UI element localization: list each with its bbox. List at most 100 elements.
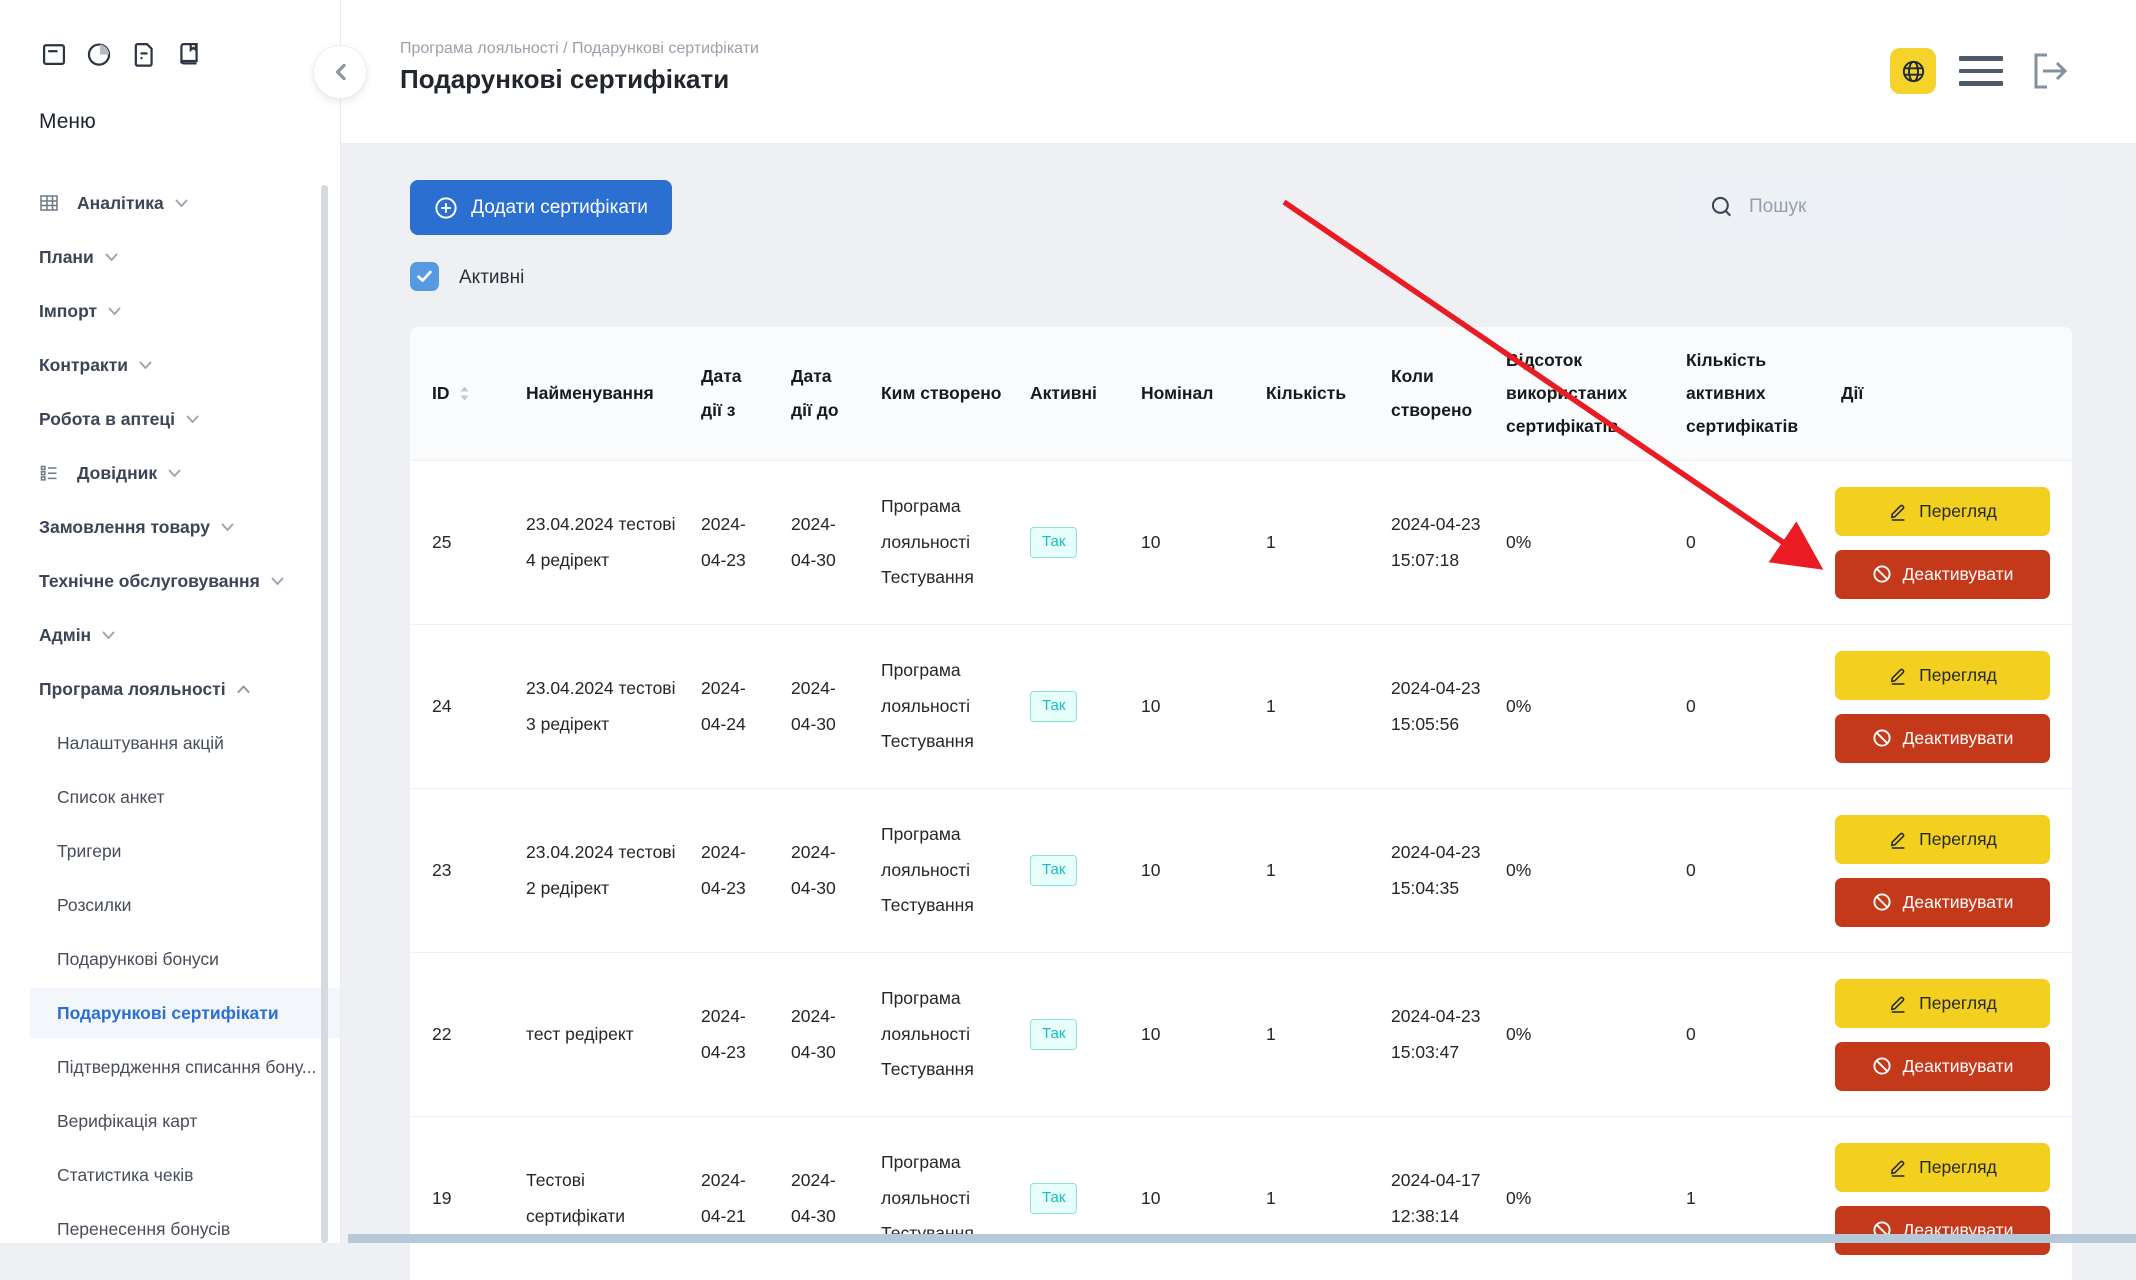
sidebar-item[interactable]: Адмін (0, 608, 340, 662)
sidebar-item[interactable]: Довідник (0, 446, 340, 500)
chevron-down-icon (108, 306, 121, 316)
cell-active: Так (1020, 625, 1125, 788)
menu-toggle-button[interactable] (1959, 48, 2003, 94)
table-row: 2323.04.2024 тестові 2 редірект2024-04-2… (410, 788, 2072, 952)
deactivate-button[interactable]: Деактивувати (1835, 1206, 2050, 1255)
column-header[interactable]: Кількість (1250, 327, 1375, 460)
sidebar-item[interactable]: Плани (0, 230, 340, 284)
status-badge: Так (1030, 855, 1077, 886)
cell-date_from: 2024-04-23 (685, 953, 775, 1116)
column-header-label: Відсоток використаних сертифікатів (1506, 344, 1662, 444)
cell-quantity: 1 (1250, 625, 1375, 788)
sidebar-item[interactable]: Замовлення товару (0, 500, 340, 554)
cell-nominal: 10 (1125, 953, 1250, 1116)
sidebar-subitem-label: Перенесення бонусів (57, 1219, 230, 1240)
sidebar-subitem[interactable]: Налаштування акцій (0, 716, 340, 770)
deactivate-button[interactable]: Деактивувати (1835, 1042, 2050, 1091)
sidebar-subitem[interactable]: Перенесення бонусів (0, 1202, 340, 1256)
column-header[interactable]: ID (410, 327, 510, 460)
column-header[interactable]: Коли створено (1375, 327, 1490, 460)
sidebar-item[interactable]: Контракти (0, 338, 340, 392)
cell-date_to: 2024-04-30 (775, 461, 865, 624)
table-row: 19Тестові сертифікати2024-04-212024-04-3… (410, 1116, 2072, 1280)
sidebar-collapse-button[interactable] (313, 45, 367, 99)
cell-active: Так (1020, 1117, 1125, 1280)
sidebar-subitem[interactable]: Список анкет (0, 770, 340, 824)
sidebar-subitem-label: Тригери (57, 841, 121, 862)
cell-quantity: 1 (1250, 789, 1375, 952)
sidebar-item[interactable]: Робота в аптеці (0, 392, 340, 446)
edit-icon (1888, 829, 1908, 849)
cell-name: Тестові сертифікати (510, 1117, 685, 1280)
add-certificates-button[interactable]: Додати сертифікати (410, 180, 672, 235)
cell-date_to: 2024-04-30 (775, 789, 865, 952)
certificates-table: ID Найменування Дата дії зДата дії до Ким с… (410, 327, 2072, 1280)
column-header[interactable]: Активні (1020, 327, 1125, 460)
cell-quantity: 1 (1250, 953, 1375, 1116)
column-header-label: Дії (1841, 377, 1863, 410)
deactivate-button[interactable]: Деактивувати (1835, 878, 2050, 927)
plus-circle-icon (434, 196, 458, 220)
cell-actions: Перегляд Деактивувати (1825, 789, 2072, 952)
table-header-row: ID Найменування Дата дії зДата дії до Ким с… (410, 327, 2072, 460)
column-header[interactable]: Відсоток використаних сертифікатів (1490, 327, 1670, 460)
edit-icon (1888, 1157, 1908, 1177)
view-button[interactable]: Перегляд (1835, 1143, 2050, 1192)
column-header-label: Найменування (526, 377, 654, 410)
cell-created_by: Програма лояльності Тестування (865, 789, 1020, 952)
cell-active: Так (1020, 461, 1125, 624)
column-header-label: Дата дії до (791, 360, 857, 427)
status-badge: Так (1030, 1019, 1077, 1050)
column-header-label: Ким створено (881, 377, 1001, 410)
sidebar-subitem-label: Налаштування акцій (57, 733, 224, 754)
sidebar-item[interactable]: Аналітика (0, 176, 340, 230)
column-header[interactable]: Номінал (1125, 327, 1250, 460)
sidebar-subitem[interactable]: Подарункові бонуси (0, 932, 340, 986)
cell-name: 23.04.2024 тестові 4 редірект (510, 461, 685, 624)
cell-created_at: 2024-04-23 15:05:56 (1375, 625, 1490, 788)
sidebar-subitem[interactable]: Підтвердження списання бону... (0, 1040, 340, 1094)
active-checkbox[interactable] (410, 262, 439, 291)
view-button[interactable]: Перегляд (1835, 651, 2050, 700)
view-button[interactable]: Перегляд (1835, 979, 2050, 1028)
sidebar-scrollbar[interactable] (321, 185, 328, 1243)
cell-created_at: 2024-04-23 15:04:35 (1375, 789, 1490, 952)
language-globe-button[interactable] (1890, 48, 1936, 94)
view-button[interactable]: Перегляд (1835, 815, 2050, 864)
deactivate-button[interactable]: Деактивувати (1835, 550, 2050, 599)
sidebar-subitem[interactable]: Тригери (0, 824, 340, 878)
deactivate-button[interactable]: Деактивувати (1835, 714, 2050, 763)
sidebar-item[interactable]: Імпорт (0, 284, 340, 338)
sidebar-subitem[interactable]: Верифікація карт (0, 1094, 340, 1148)
column-header[interactable]: Дата дії до (775, 327, 865, 460)
sidebar-subitem[interactable]: Статистика чеків (0, 1148, 340, 1202)
stop-icon (1872, 564, 1892, 584)
cell-date_from: 2024-04-23 (685, 789, 775, 952)
sidebar-subitem[interactable]: Розсилки (0, 878, 340, 932)
horizontal-scrollbar[interactable] (348, 1234, 2136, 1243)
cell-name: 23.04.2024 тестові 3 редірект (510, 625, 685, 788)
chevron-up-icon (237, 684, 250, 694)
status-badge: Так (1030, 1183, 1077, 1214)
chevron-down-icon (221, 522, 234, 532)
column-header[interactable]: Дата дії з (685, 327, 775, 460)
column-header[interactable]: Найменування (510, 327, 685, 460)
column-header[interactable]: Ким створено (865, 327, 1020, 460)
logout-button[interactable] (2026, 47, 2074, 95)
cell-actions: Перегляд Деактивувати (1825, 1117, 2072, 1280)
sidebar-subitem-label: Підтвердження списання бону... (57, 1057, 316, 1078)
search-input[interactable] (1747, 195, 2051, 219)
sidebar-nav: АналітикаПланиІмпортКонтрактиРобота в ап… (0, 176, 340, 1256)
cell-nominal: 10 (1125, 625, 1250, 788)
sidebar-item[interactable]: Технічне обслуговування (0, 554, 340, 608)
add-certificates-label: Додати сертифікати (471, 197, 648, 219)
search-box (1682, 176, 2072, 238)
column-header[interactable]: Дії (1825, 327, 2072, 460)
sidebar: Меню АналітикаПланиІмпортКонтрактиРобота… (0, 0, 341, 1243)
sidebar-item[interactable]: Програма лояльності (0, 662, 340, 716)
sidebar-subitem[interactable]: Подарункові сертифікати (0, 986, 340, 1040)
cell-date_to: 2024-04-30 (775, 953, 865, 1116)
view-button[interactable]: Перегляд (1835, 487, 2050, 536)
column-header[interactable]: Кількість активних сертифікатів (1670, 327, 1825, 460)
cell-nominal: 10 (1125, 789, 1250, 952)
